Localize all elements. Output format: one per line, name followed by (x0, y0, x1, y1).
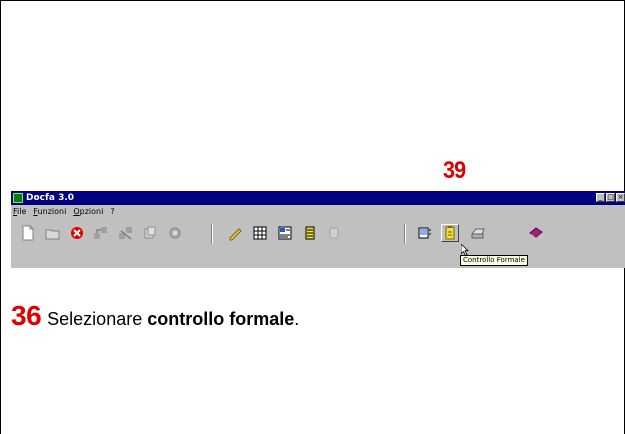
step-number: 36 (11, 300, 42, 331)
app-icon (13, 193, 23, 203)
instruction-text: Selezionare (47, 309, 148, 329)
minimize-button[interactable]: _ (596, 193, 605, 202)
callout-number: 39 (443, 157, 466, 184)
toolbar-separator (211, 224, 213, 244)
copy-icon[interactable] (141, 224, 159, 242)
open-folder-icon[interactable] (44, 224, 62, 242)
menu-bar: File Funzioni Opzioni ? (13, 206, 115, 217)
menu-funzioni[interactable]: Funzioni (33, 206, 66, 217)
pen-icon[interactable] (226, 224, 244, 242)
close-button[interactable]: × (616, 193, 625, 202)
tooltip: Controllo Formale (460, 255, 528, 266)
controllo-formale-icon[interactable] (441, 224, 459, 242)
title-bar: Docfa 3.0 _ □ × (11, 191, 625, 205)
maximize-button[interactable]: □ (606, 193, 615, 202)
app-screenshot: Docfa 3.0 _ □ × File Funzioni Opzioni ? (11, 191, 625, 268)
new-document-icon[interactable] (19, 224, 37, 242)
document-page: 39 Docfa 3.0 _ □ × File Funzioni Opzioni… (0, 0, 625, 434)
form-icon[interactable] (276, 224, 294, 242)
book-icon[interactable] (527, 224, 545, 242)
instruction-bold-text: controllo formale (147, 309, 295, 329)
grid-icon[interactable] (251, 224, 269, 242)
list-icon[interactable] (301, 224, 319, 242)
window-title: Docfa 3.0 (26, 193, 75, 203)
document-list-icon[interactable] (416, 224, 434, 242)
menu-help[interactable]: ? (110, 206, 114, 217)
disconnect-icon[interactable] (117, 224, 135, 242)
window-controls: _ □ × (596, 193, 625, 202)
printer-icon[interactable] (469, 224, 487, 242)
menu-file[interactable]: File (13, 206, 26, 217)
toolbar-separator (404, 224, 406, 244)
connect-icon[interactable] (92, 224, 110, 242)
settings-icon[interactable] (166, 224, 184, 242)
toolbar (11, 219, 625, 249)
menu-opzioni[interactable]: Opzioni (73, 206, 103, 217)
instruction-line: 36 Selezionare controllo formale. (11, 301, 299, 334)
cylinder-icon[interactable] (325, 224, 343, 242)
instruction-end: . (294, 309, 300, 329)
delete-icon[interactable] (68, 224, 86, 242)
